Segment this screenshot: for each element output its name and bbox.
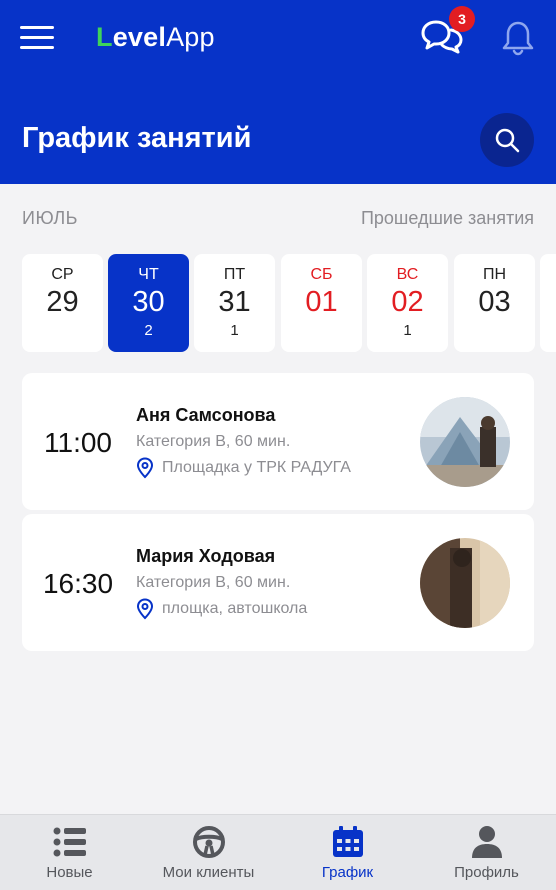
logo-suffix: App: [166, 22, 215, 52]
day-weekday: ВС: [396, 266, 419, 283]
day-weekday: ЧТ: [138, 266, 159, 283]
day-29[interactable]: СР 29: [22, 254, 103, 352]
lesson-card[interactable]: 16:30 Мария Ходовая Категория B, 60 мин.…: [22, 514, 534, 651]
bell-icon[interactable]: [498, 18, 538, 58]
tab-profile[interactable]: Профиль: [417, 815, 556, 890]
tab-label: Новые: [46, 864, 93, 881]
day-number: 02: [391, 286, 424, 318]
day-30[interactable]: ЧТ 30 2: [108, 254, 189, 352]
day-number: 30: [132, 286, 165, 318]
logo-l-letter: L: [96, 22, 113, 52]
search-button[interactable]: [480, 113, 534, 167]
month-label: ИЮЛЬ: [22, 208, 78, 228]
tab-new[interactable]: Новые: [0, 815, 139, 890]
lesson-card[interactable]: 11:00 Аня Самсонова Категория B, 60 мин.…: [22, 373, 534, 510]
student-avatar: [420, 397, 510, 487]
location-pin-icon: [136, 457, 154, 479]
day-weekday: СР: [51, 266, 74, 283]
search-icon: [495, 128, 520, 153]
student-name: Аня Самсонова: [136, 405, 276, 425]
day-01[interactable]: СБ 01: [281, 254, 362, 352]
user-icon: [472, 826, 502, 858]
day-weekday: ПН: [482, 266, 507, 283]
list-icon: [53, 827, 86, 857]
student-name: Мария Ходовая: [136, 546, 276, 566]
day-02[interactable]: ВС 02 1: [367, 254, 448, 352]
day-selector: СР 29 ЧТ 30 2 ПТ 31 1 СБ 01 ВС 02 1 ПН 0…: [22, 254, 556, 352]
steering-wheel-icon: [193, 826, 225, 858]
tab-schedule[interactable]: График: [278, 815, 417, 890]
day-31[interactable]: ПТ 31 1: [194, 254, 275, 352]
menu-icon[interactable]: [20, 24, 56, 52]
day-lesson-count: 2: [144, 322, 153, 339]
lesson-time: 16:30: [42, 568, 114, 599]
lesson-location: Площадка у ТРК РАДУГА: [162, 459, 351, 476]
day-weekday: СБ: [310, 266, 333, 283]
logo-prefix-rest: evel: [112, 22, 167, 52]
bottom-tab-bar: Новые Мои клиенты График Профиль: [0, 814, 556, 890]
calendar-icon: [333, 826, 363, 857]
page-title: График занятий: [22, 122, 252, 154]
student-avatar: [420, 538, 510, 628]
day-number: 03: [478, 286, 511, 318]
day-03[interactable]: ПН 03: [454, 254, 535, 352]
lesson-category: Категория B, 60 мин.: [136, 574, 291, 591]
lesson-category: Категория B, 60 мин.: [136, 433, 291, 450]
lesson-time: 11:00: [44, 427, 112, 458]
tab-label: График: [321, 864, 374, 881]
app-header: LevelApp 3 График занятий: [0, 0, 556, 184]
day-number: 29: [46, 286, 79, 318]
app-logo: LevelApp: [96, 20, 215, 54]
day-number: 31: [218, 286, 251, 318]
day-lesson-count: 1: [230, 322, 239, 339]
day-lesson-count: 1: [403, 322, 412, 339]
location-pin-icon: [136, 598, 154, 620]
day-number: 01: [305, 286, 338, 318]
lesson-location: площка, автошкола: [162, 600, 308, 617]
tab-label: Мои клиенты: [162, 864, 255, 881]
day-next-partial[interactable]: [540, 254, 556, 352]
tab-my-clients[interactable]: Мои клиенты: [139, 815, 278, 890]
day-weekday: ПТ: [223, 266, 246, 283]
past-lessons-link[interactable]: Прошедшие занятия: [361, 208, 534, 229]
chat-badge: 3: [449, 6, 475, 32]
tab-label: Профиль: [454, 864, 519, 881]
